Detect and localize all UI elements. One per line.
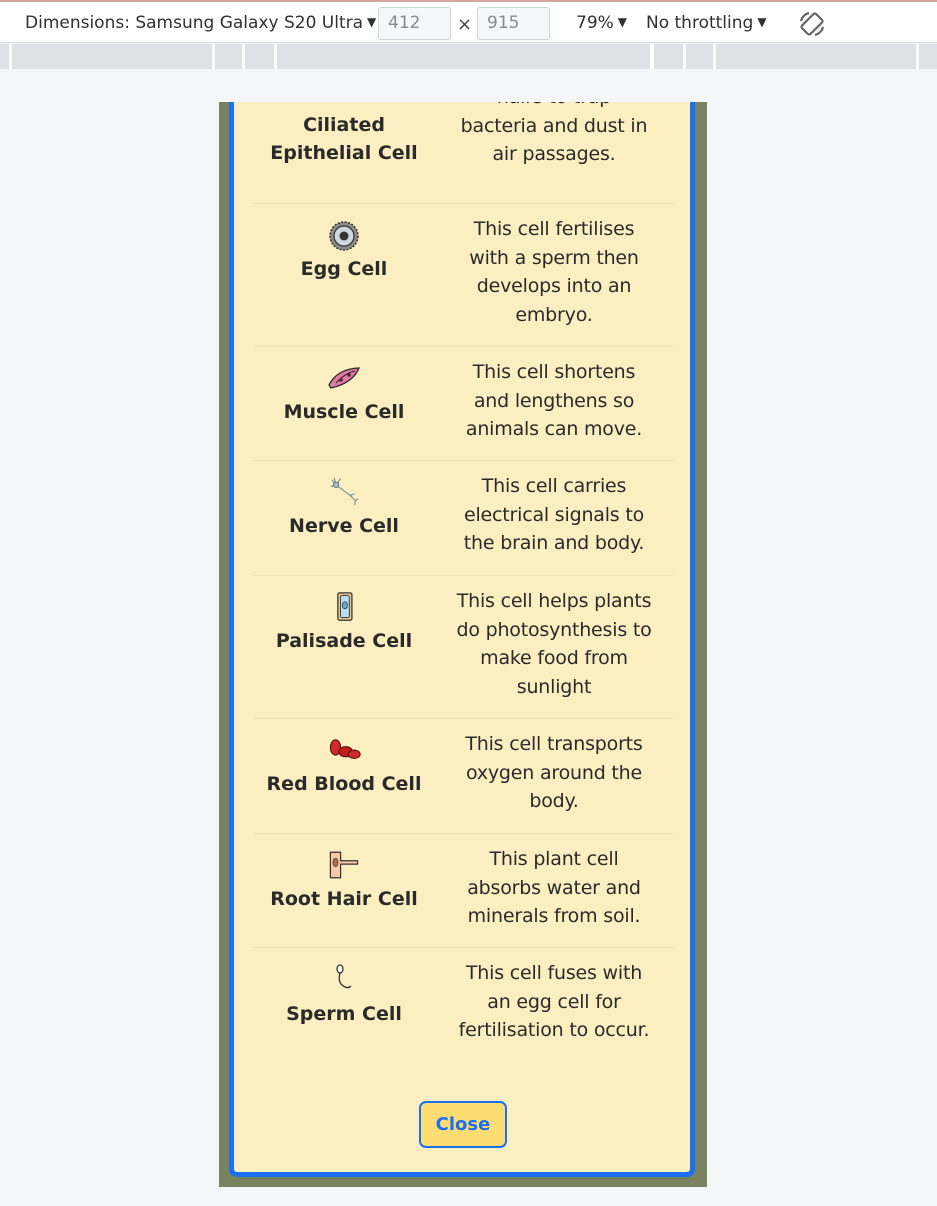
cell-name: Sperm Cell — [253, 1000, 435, 1028]
cell-name-line: Root Hair Cell — [270, 888, 418, 910]
cell-name-line: Red Blood Cell — [266, 773, 422, 795]
zoom-dropdown[interactable]: 79% ▼ — [576, 13, 627, 33]
media-segment[interactable] — [686, 44, 713, 69]
media-segment[interactable] — [277, 44, 650, 69]
cell-description: This cell shortens and lengthens so anim… — [448, 358, 660, 444]
cell-name-line: Muscle Cell — [283, 401, 405, 423]
table-row: Palisade Cell This cell helps plants do … — [253, 576, 673, 719]
cell-description: This plant cell absorbs water and minera… — [448, 845, 660, 931]
cell-desc-line: make food from — [480, 647, 628, 669]
device-toolbar: Dimensions: Samsung Galaxy S20 Ultra ▼ 41… — [0, 0, 937, 43]
table-row: Red Blood Cell This cell transports oxyg… — [253, 719, 673, 834]
root-hair-cell-icon — [329, 851, 359, 879]
cell-desc-line: This cell fuses with — [465, 962, 643, 984]
cell-name-line: Egg Cell — [300, 258, 388, 280]
cell-desc-line: absorbs water and — [467, 876, 641, 899]
media-segment[interactable] — [654, 44, 683, 69]
sperm-cell-icon — [336, 964, 352, 989]
width-input[interactable]: 412 — [378, 7, 451, 40]
cell-description: This cell fertilises with a sperm then d… — [448, 215, 660, 329]
cell-name-line: Epithelial Cell — [270, 142, 418, 164]
cell-name: Red Blood Cell — [253, 770, 435, 798]
cell-desc-line: This cell helps plants — [456, 590, 652, 612]
cell-description: This cell fuses with an egg cell for fer… — [448, 959, 660, 1045]
cell-desc-line: bacteria and dust in — [460, 114, 648, 137]
cell-desc-line: with a sperm then — [469, 246, 639, 269]
rotate-icon[interactable] — [797, 9, 827, 39]
cell-desc-line: the brain and body. — [463, 532, 645, 554]
cell-description: This cell helps plants do photosynthesis… — [448, 587, 660, 701]
media-segment[interactable] — [215, 44, 242, 69]
cell-description: This cell transports oxygen around the b… — [448, 730, 660, 816]
red-blood-cell-icon — [329, 739, 361, 760]
media-query-bar — [0, 44, 937, 69]
table-row: Muscle Cell This cell shortens and lengt… — [253, 347, 673, 461]
muscle-cell-icon — [328, 367, 360, 389]
table-row: Ciliated Epithelial Cell hairs to trap b… — [253, 102, 673, 204]
cell-name-line: Palisade Cell — [275, 630, 413, 652]
cell-desc-line: This cell shortens — [472, 361, 636, 383]
cell-name: Palisade Cell — [253, 627, 435, 655]
chevron-down-icon: ▼ — [367, 15, 377, 29]
device-viewport: Ciliated Epithelial Cell hairs to trap b… — [219, 102, 707, 1187]
table-row: Nerve Cell This cell carries electrical … — [253, 461, 673, 576]
cell-desc-line: do photosynthesis to — [456, 618, 652, 641]
egg-cell-icon — [329, 221, 359, 251]
cell-name: Root Hair Cell — [253, 885, 435, 913]
throttling-dropdown[interactable]: No throttling ▼ — [646, 13, 767, 33]
media-segment[interactable] — [0, 44, 9, 69]
cell-desc-line: body. — [529, 790, 579, 812]
nerve-cell-icon — [330, 477, 359, 506]
cell-desc-line: animals can move. — [465, 418, 643, 440]
cell-desc-line: This cell fertilises — [473, 218, 635, 240]
cell-name: Egg Cell — [253, 255, 435, 283]
table-row: Root Hair Cell This plant cell absorbs w… — [253, 834, 673, 948]
cell-description: hairs to trap bacteria and dust in air p… — [448, 102, 660, 169]
cell-desc-line: sunlight — [516, 675, 592, 698]
close-button[interactable]: Close — [419, 1101, 507, 1148]
height-input[interactable]: 915 — [477, 7, 550, 40]
media-segment[interactable] — [716, 44, 916, 69]
cell-desc-line: air passages. — [492, 143, 616, 165]
cell-desc-line: develops into an — [476, 275, 632, 297]
cell-desc-line: oxygen around the — [466, 761, 642, 784]
cell-name-line: Ciliated — [303, 114, 385, 136]
times-separator: × — [457, 14, 473, 35]
cell-desc-line: This cell carries — [481, 475, 627, 497]
cell-name-line: Sperm Cell — [286, 1003, 402, 1025]
dimensions-label: Dimensions: Samsung Galaxy S20 Ultra — [25, 13, 364, 33]
cell-desc-line: and lengthens so — [473, 389, 635, 412]
cell-name: Nerve Cell — [253, 512, 435, 540]
media-segment[interactable] — [12, 44, 212, 69]
cell-desc-line: This plant cell — [489, 848, 619, 870]
palisade-cell-icon — [337, 592, 353, 621]
cell-name-line: Nerve Cell — [289, 515, 399, 537]
cell-desc-line: hairs to trap — [448, 102, 660, 112]
media-segment[interactable] — [919, 44, 937, 69]
throttling-label: No throttling — [646, 13, 754, 33]
cell-desc-line: This cell transports — [465, 733, 643, 755]
table-row: Sperm Cell This cell fuses with an egg c… — [253, 948, 673, 1063]
zoom-label: 79% — [576, 13, 614, 33]
chevron-down-icon: ▼ — [757, 15, 767, 29]
cell-desc-line: electrical signals to — [463, 503, 645, 526]
cell-desc-line: minerals from soil. — [467, 905, 641, 927]
table-row: Egg Cell This cell fertilises with a spe… — [253, 204, 673, 347]
cell-name: Muscle Cell — [253, 398, 435, 426]
cell-desc-line: fertilisation to occur. — [458, 1019, 650, 1041]
cell-desc-line: an egg cell for — [487, 990, 621, 1013]
dimensions-dropdown[interactable]: Dimensions: Samsung Galaxy S20 Ultra ▼ — [25, 13, 376, 33]
cell-info-modal: Ciliated Epithelial Cell hairs to trap b… — [229, 102, 695, 1177]
cell-table: Ciliated Epithelial Cell hairs to trap b… — [253, 102, 673, 1063]
media-segment[interactable] — [245, 44, 274, 69]
cell-name: Ciliated Epithelial Cell — [253, 111, 435, 167]
cell-desc-line: embryo. — [515, 303, 593, 326]
chevron-down-icon: ▼ — [617, 15, 628, 29]
cell-description: This cell carries electrical signals to … — [448, 472, 660, 558]
